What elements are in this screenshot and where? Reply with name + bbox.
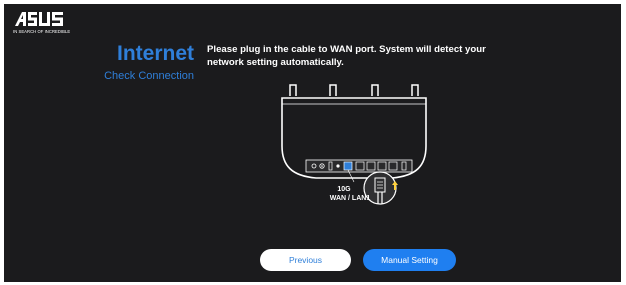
router-diagram: 10G WAN / LAN1	[281, 84, 427, 205]
brand-tagline: IN SEARCH OF INCREDIBLE	[13, 29, 71, 34]
asus-logo-mark	[15, 12, 63, 26]
wan-port-icon	[343, 161, 353, 171]
port-speed-label: 10G	[337, 186, 351, 193]
previous-button[interactable]: Previous	[260, 249, 351, 271]
port-name-label: WAN / LAN1	[330, 195, 371, 202]
page-subtitle: Check Connection	[104, 70, 194, 82]
instruction-text: Please plug in the cable to WAN port. Sy…	[207, 44, 486, 68]
page-title: Internet	[116, 42, 194, 65]
setup-wizard-frame: IN SEARCH OF INCREDIBLE Internet Check C…	[4, 4, 621, 282]
asus-logo: IN SEARCH OF INCREDIBLE	[13, 10, 73, 36]
manual-setting-button[interactable]: Manual Setting	[363, 249, 456, 271]
antennas-icon	[289, 84, 419, 96]
